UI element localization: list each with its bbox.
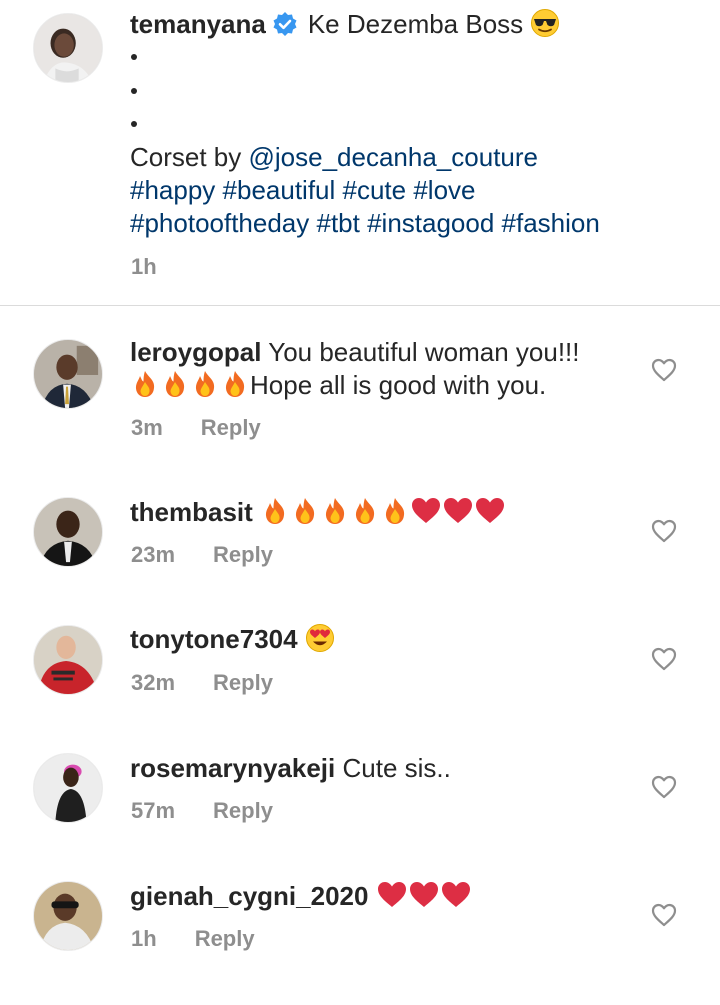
caption-username[interactable]: temanyana [130, 9, 266, 39]
caption-corset-line: Corset by @jose_decanha_couture [130, 141, 538, 173]
red-heart-emoji-icon [440, 880, 472, 917]
comment-meta: 57m Reply [131, 798, 273, 824]
comment-meta: 3m Reply [131, 415, 261, 441]
comment-timestamp: 32m [131, 670, 176, 695]
sunglasses-face-emoji-icon [530, 8, 560, 45]
comment-timestamp: 23m [131, 542, 176, 567]
verified-badge-icon [272, 11, 298, 44]
comment-meta: 23m Reply [131, 542, 273, 568]
comment-meta: 32m Reply [131, 670, 273, 696]
caption-timestamp: 1h [131, 254, 157, 279]
profile-photo-icon [34, 498, 102, 566]
commenter-avatar[interactable] [33, 497, 103, 567]
comment-username[interactable]: leroygopal [130, 337, 261, 367]
hashtag-links[interactable]: #happy #beautiful #cute #love [130, 175, 476, 205]
red-heart-emoji-icon [408, 880, 440, 917]
red-heart-emoji-icon [410, 496, 442, 533]
comment-username[interactable]: gienah_cygni_2020 [130, 881, 368, 911]
caption-hashtags-line-1: #happy #beautiful #cute #love [130, 174, 476, 206]
profile-photo-icon [34, 340, 102, 408]
like-heart-icon[interactable] [651, 519, 677, 543]
comment-username[interactable]: rosemarynyakeji [130, 753, 335, 783]
profile-photo-icon [34, 882, 102, 950]
bullet-dot [131, 88, 137, 94]
comment-meta: 1h Reply [131, 926, 255, 952]
comment-text: Hope all is good with you. [250, 370, 547, 400]
reply-button[interactable]: Reply [213, 542, 273, 567]
caption-avatar[interactable] [33, 13, 103, 83]
like-heart-icon[interactable] [651, 903, 677, 927]
fire-emoji-icon [290, 496, 320, 533]
fire-emoji-icon [160, 369, 190, 406]
comment-username[interactable]: tonytone7304 [130, 624, 298, 654]
comment-text: You beautiful woman you!!! [268, 337, 580, 367]
comment-text-line: leroygopal You beautiful woman you!!! [130, 336, 580, 368]
comment-text-line: gienah_cygni_2020 [130, 880, 472, 917]
comment-text-line-2: Hope all is good with you. [130, 369, 546, 406]
fire-emoji-icon [130, 369, 160, 406]
comment-timestamp: 1h [131, 926, 157, 951]
profile-photo-icon [34, 626, 102, 694]
reply-button[interactable]: Reply [201, 415, 261, 440]
comment-text-line: thembasit [130, 496, 506, 533]
hashtag-links[interactable]: #photooftheday #tbt #instagood #fashion [130, 208, 600, 238]
commenter-avatar[interactable] [33, 339, 103, 409]
comment-timestamp: 57m [131, 798, 176, 823]
like-heart-icon[interactable] [651, 358, 677, 382]
profile-photo-icon [34, 754, 102, 822]
comment-text-line: rosemarynyakeji Cute sis.. [130, 752, 451, 784]
fire-emoji-icon [260, 496, 290, 533]
fire-emoji-icon [190, 369, 220, 406]
caption-divider [0, 305, 720, 306]
like-heart-icon[interactable] [651, 775, 677, 799]
commenter-avatar[interactable] [33, 753, 103, 823]
caption-corset-prefix: Corset by [130, 142, 242, 172]
reply-button[interactable]: Reply [195, 926, 255, 951]
red-heart-emoji-icon [474, 496, 506, 533]
caption-mention-link[interactable]: @jose_decanha_couture [249, 142, 539, 172]
fire-emoji-icon [350, 496, 380, 533]
fire-emoji-icon [220, 369, 250, 406]
commenter-avatar[interactable] [33, 625, 103, 695]
reply-button[interactable]: Reply [213, 670, 273, 695]
bullet-dot [131, 121, 137, 127]
caption-meta: 1h [131, 254, 157, 280]
caption-title-line: temanyana Ke Dezemba Boss [130, 8, 560, 45]
like-heart-icon[interactable] [651, 647, 677, 671]
comments-screen: temanyana Ke Dezemba Boss Corset by @jose… [0, 0, 720, 1005]
fire-emoji-icon [380, 496, 410, 533]
comment-timestamp: 3m [131, 415, 163, 440]
reply-button[interactable]: Reply [213, 798, 273, 823]
red-heart-emoji-icon [376, 880, 408, 917]
caption-title: Ke Dezemba Boss [307, 9, 524, 39]
fire-emoji-icon [320, 496, 350, 533]
comment-text: Cute sis.. [342, 753, 451, 783]
profile-photo-icon [34, 14, 102, 82]
bullet-dot [131, 54, 137, 60]
heart-eyes-emoji-icon [305, 623, 335, 660]
red-heart-emoji-icon [442, 496, 474, 533]
comment-username[interactable]: thembasit [130, 497, 253, 527]
caption-hashtags-line-2: #photooftheday #tbt #instagood #fashion [130, 207, 600, 239]
comment-text-line: tonytone7304 [130, 623, 335, 660]
commenter-avatar[interactable] [33, 881, 103, 951]
